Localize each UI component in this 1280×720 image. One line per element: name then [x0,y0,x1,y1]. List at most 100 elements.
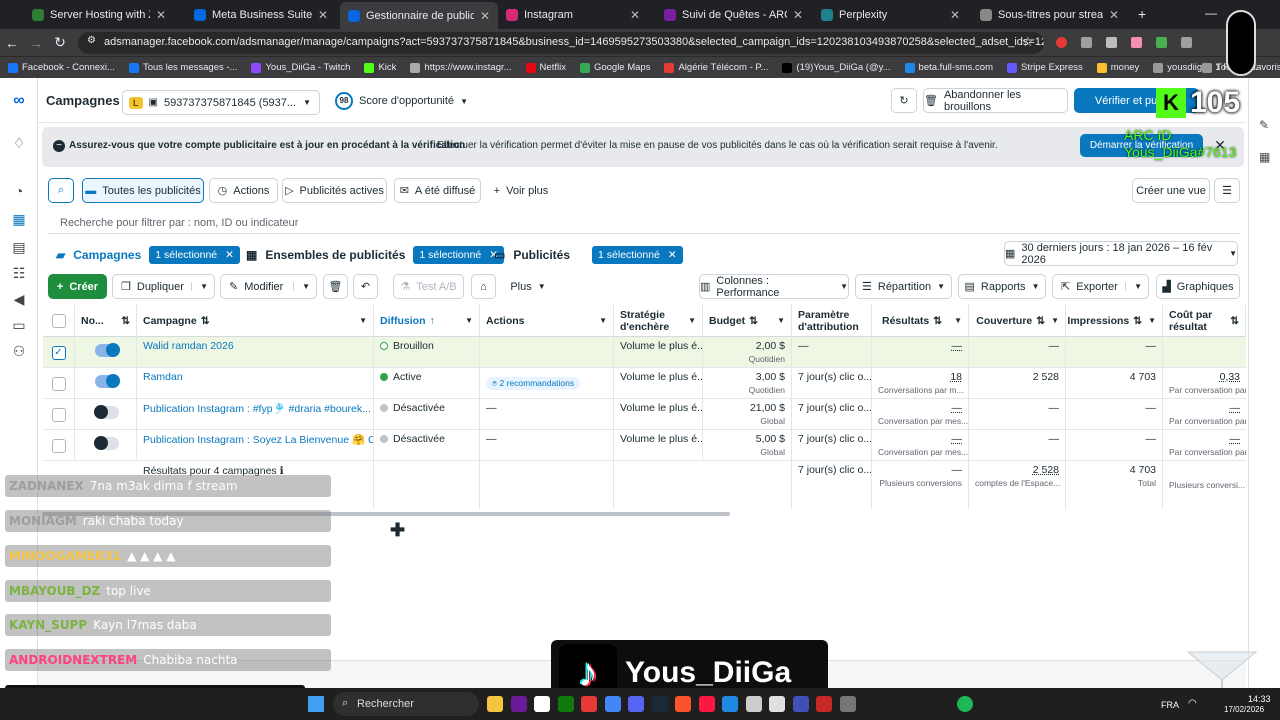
taskbar-app-icon[interactable] [957,696,973,712]
selection-chip[interactable]: 1 sélectionné ✕ [592,246,683,264]
bookmark-item[interactable]: Stripe Express [1006,62,1083,73]
all-ads-filter[interactable]: ▬ Toutes les publicités [82,178,204,203]
billing-icon[interactable]: ▭ [10,316,28,334]
browser-tab[interactable]: Instagram ✕ [498,4,648,25]
columns-button[interactable]: ▥ Colonnes : Performance ▼ [699,274,849,299]
browser-tab[interactable]: Sous-titres pour stream ✕ [972,4,1127,25]
tab-adsets[interactable]: ▦ Ensembles de publicités 1 sélectionné ✕ [246,244,505,266]
clock-date[interactable]: 17/02/2026 [1224,705,1264,714]
close-tab-icon[interactable]: ✕ [480,9,490,23]
clock-time[interactable]: 14:33 [1248,694,1271,704]
calendar-icon[interactable]: ▦ [1259,150,1270,164]
taskbar-app-icon[interactable] [792,696,809,712]
column-header-campaign[interactable]: Campagne ⇅ ▼ [137,305,374,337]
bookmark-item[interactable]: money [1096,62,1139,73]
chevron-down-icon[interactable]: ▼ [1125,282,1142,291]
catalog-icon[interactable]: ▤ [10,238,28,256]
browser-tab[interactable]: Perplexity ✕ [813,4,968,25]
back-icon[interactable]: ← [0,35,24,51]
close-tab-icon[interactable]: ✕ [156,8,166,22]
table-row[interactable]: Publication Instagram : Soyez La Bienven… [43,430,1246,461]
bookmark-item[interactable]: Algérie Télécom - P... [664,62,768,73]
search-input[interactable]: Recherche pour filtrer par : nom, ID ou … [48,212,1240,234]
close-icon[interactable]: ✕ [225,249,234,261]
breakdown-button[interactable]: ☰ Répartition ▼ [855,274,952,299]
delivered-filter[interactable]: ✉ A été diffusé [394,178,481,203]
row-checkbox[interactable]: ✓ [51,346,66,360]
table-row[interactable]: Publication Instagram : #fyp🎐 #draria #b… [43,399,1246,430]
browser-tab[interactable]: Gestionnaire de publicités - Gé ✕ [340,2,498,29]
bookmark-item[interactable]: Tous les messages -... [128,62,237,73]
column-header-delivery[interactable]: Diffusion ↑ ▼ [374,305,480,337]
table-row[interactable]: Ramdan Active ⍟ 2 recommandations Volume le… [43,368,1246,399]
duplicate-button[interactable]: ❐ Dupliquer ▼ [112,274,215,299]
table-row[interactable]: ✓ Walid ramdan 2026 Brouillon Volume le plu… [43,337,1246,368]
close-tab-icon[interactable]: ✕ [793,8,803,22]
bookmark-item[interactable]: Kick [364,62,396,73]
selection-chip[interactable]: 1 sélectionné ✕ [149,246,240,264]
language-indicator[interactable]: FRA [1161,700,1179,710]
search-button[interactable]: ⌕ [48,178,74,203]
bookmark-item[interactable]: beta.full-sms.com [904,62,993,73]
reports-button[interactable]: ▤ Rapports ▼ [958,274,1046,299]
reload-icon[interactable]: ↻ [48,34,72,51]
taskbar-app-icon[interactable] [557,696,574,712]
extension-icon[interactable] [1106,37,1117,48]
bookmark-item[interactable]: Google Maps [579,62,650,73]
close-tab-icon[interactable]: ✕ [318,8,328,22]
extension-icon[interactable] [1081,37,1092,48]
campaign-name[interactable]: Publication Instagram : Soyez La Bienven… [137,430,374,461]
extension-icon[interactable] [1056,37,1067,48]
column-header-results[interactable]: Résultats ⇅ ▼ [872,305,969,337]
budget-value[interactable]: 5,00 $ [756,433,785,445]
bookmark-item[interactable]: (19)Yous_DiiGa (@y... [782,62,891,73]
ab-test-button[interactable]: ⚗ Test A/B [393,274,464,299]
select-all-checkbox[interactable] [51,313,66,328]
pencil-icon[interactable]: ✎ [1259,118,1269,132]
extensions-puzzle-icon[interactable] [1181,37,1192,48]
taskbar-app-icon[interactable] [628,696,644,712]
row-checkbox[interactable] [51,408,66,422]
taskbar-app-icon[interactable] [510,696,527,712]
browser-tab[interactable]: Meta Business Suite ✕ [186,4,336,25]
browser-tab[interactable]: Server Hosting with ZAP 2.5 - i ✕ [24,4,174,25]
taskbar-app-icon[interactable] [581,696,597,712]
budget-value[interactable]: 3,00 $ [756,371,785,383]
taskbar-app-icon[interactable] [722,696,738,712]
bookmark-item[interactable]: Netflix [525,62,566,73]
site-info-icon[interactable]: ⚙ [87,35,96,46]
column-header-bid[interactable]: Stratégie d'enchère ▼ [614,305,703,337]
budget-value[interactable]: 2,00 $ [756,340,785,352]
column-header-toggle[interactable]: No... ⇅ [75,305,137,337]
row-checkbox[interactable] [51,377,66,391]
column-header-impressions[interactable]: Impressions ⇅ ▼ [1066,305,1163,337]
taskbar-app-icon[interactable] [651,696,668,712]
extension-icon[interactable] [1131,37,1142,48]
url-field[interactable]: ⚙ adsmanager.facebook.com/adsmanager/man… [78,32,1044,54]
tab-campaigns[interactable]: ▰ Campagnes 1 sélectionné ✕ [56,244,240,266]
column-header-actions[interactable]: Actions ▼ [480,305,614,337]
actions-filter[interactable]: ◷ Actions [209,178,278,203]
date-range-picker[interactable]: ▦ 30 derniers jours : 18 jan 2026 – 16 f… [1004,241,1238,266]
forward-icon[interactable]: → [24,35,48,51]
taskbar-app-icon[interactable] [604,696,621,712]
new-tab-button[interactable]: + [1138,6,1146,22]
more-button[interactable]: Plus ▼ [502,274,554,299]
bookmark-item[interactable]: https://www.instagr... [410,62,512,73]
selection-chip[interactable]: 1 sélectionné ✕ [413,246,505,264]
column-header-budget[interactable]: Budget ⇅ ▼ [703,305,792,337]
delete-button[interactable]: 🗑 [323,274,348,299]
see-more-filter[interactable]: + Voir plus [486,178,556,203]
close-icon[interactable]: ✕ [668,249,677,261]
browser-tab[interactable]: Suivi de Quêtes - ARC Raiders ✕ [656,4,811,25]
bookmark-star-icon[interactable]: ☆ [1022,34,1034,50]
view-settings-button[interactable]: ☰ [1214,178,1240,203]
column-header-cost[interactable]: Coût par résultat ⇅ [1163,305,1246,337]
column-header-reach[interactable]: Couverture ⇅ ▼ [969,305,1066,337]
create-button[interactable]: + Créer [48,274,107,299]
taskbar-app-icon[interactable] [487,696,503,712]
extension-icon[interactable] [1156,37,1167,48]
taskbar-app-icon[interactable] [745,696,762,712]
chevron-down-icon[interactable]: ▼ [191,282,208,291]
bookmark-item[interactable]: Facebook - Connexi... [8,62,115,73]
